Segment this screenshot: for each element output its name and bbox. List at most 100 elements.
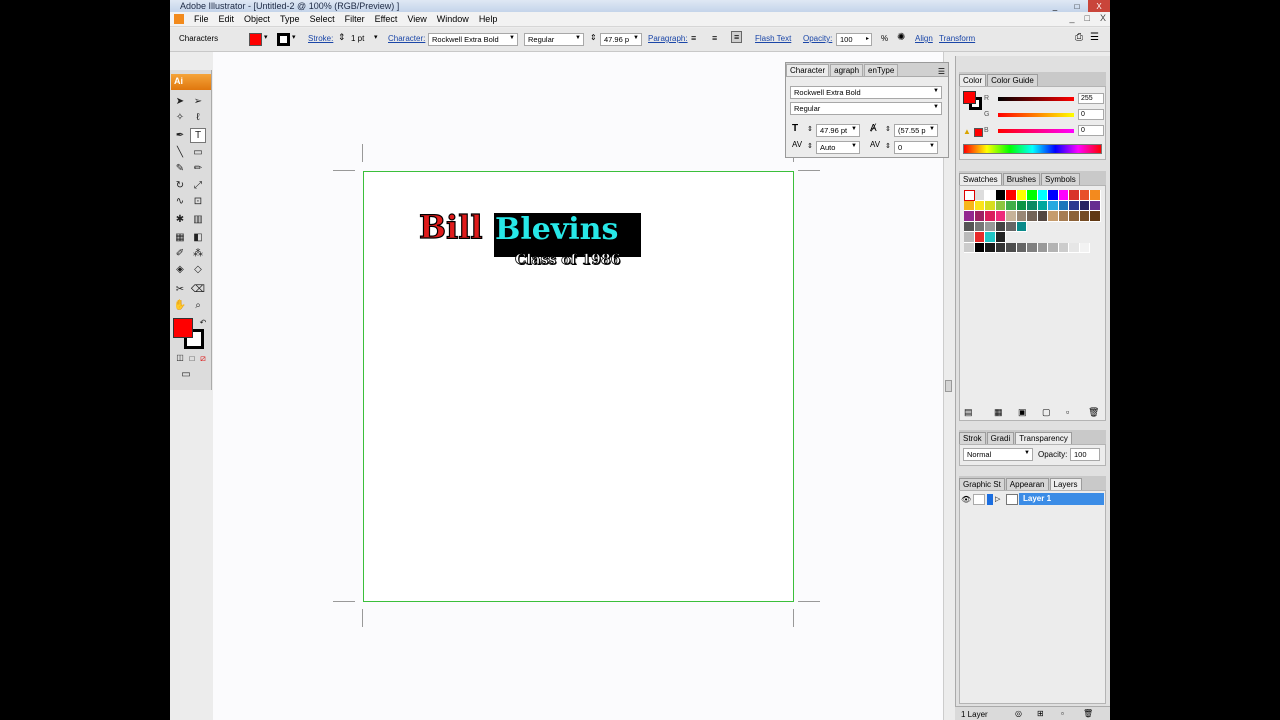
type-tool-icon[interactable]: T <box>190 128 206 143</box>
new-layer-icon[interactable]: ▫ <box>1061 709 1064 718</box>
swatch[interactable] <box>1058 190 1069 201</box>
swatch[interactable] <box>974 232 985 243</box>
swatch[interactable] <box>1006 211 1017 222</box>
zoom-tool-icon[interactable]: ⌕ <box>190 298 206 313</box>
swatch[interactable] <box>1006 242 1017 253</box>
panel-leading-input[interactable]: (57.55 p ▼ <box>894 124 938 137</box>
delete-swatch-icon[interactable]: 🗑 <box>1088 407 1099 418</box>
stroke-weight-value[interactable]: 1 pt <box>351 34 364 43</box>
swatch[interactable] <box>964 232 975 243</box>
tab-symbols[interactable]: Symbols <box>1041 173 1080 185</box>
none-mode-icon[interactable]: ⧄ <box>195 351 211 366</box>
swatch[interactable] <box>995 221 1006 232</box>
direct-selection-tool-icon[interactable]: ➢ <box>190 94 206 109</box>
swatch[interactable] <box>1079 200 1090 211</box>
swatch[interactable] <box>995 211 1006 222</box>
scale-tool-icon[interactable]: ⤢ <box>190 178 206 193</box>
new-swatch-icon[interactable]: ▫ <box>1066 407 1069 417</box>
tab-stroke[interactable]: Strok <box>959 432 986 444</box>
make-clipping-mask-icon[interactable]: ◎ <box>1015 709 1022 718</box>
tab-opentype[interactable]: enType <box>864 64 899 76</box>
close-button[interactable]: X <box>1088 0 1110 12</box>
swatch[interactable] <box>974 221 985 232</box>
stroke-weight-arrow-icon[interactable]: ▾ <box>374 33 378 41</box>
swatch[interactable] <box>974 190 985 201</box>
panel-menu-icon[interactable]: ☰ <box>935 67 948 76</box>
eyedropper-tool-icon[interactable]: ✐ <box>172 246 188 261</box>
font-style-select[interactable]: Regular ▼ <box>524 33 584 46</box>
tab-brushes[interactable]: Brushes <box>1002 173 1041 185</box>
swatch[interactable] <box>1037 242 1048 253</box>
swatch[interactable] <box>1090 200 1101 211</box>
panel-font-style-select[interactable]: Regular ▼ <box>790 102 942 115</box>
g-value-input[interactable]: 0 <box>1078 109 1104 120</box>
swatch[interactable] <box>1058 200 1069 211</box>
transform-link[interactable]: Transform <box>939 34 975 43</box>
stroke-swatch[interactable] <box>277 33 290 46</box>
pencil-tool-icon[interactable]: ✏ <box>190 161 206 176</box>
opacity-link[interactable]: Opacity: <box>803 34 832 43</box>
text-blevins-selection[interactable]: Blevins <box>494 213 641 257</box>
minimize-button[interactable]: _ <box>1044 0 1066 12</box>
menu-object[interactable]: Object <box>239 14 275 24</box>
eraser-tool-icon[interactable]: ⌫ <box>190 282 206 297</box>
panel-size-input[interactable]: 47.96 pt ▼ <box>816 124 860 137</box>
swatch[interactable] <box>1006 200 1017 211</box>
g-slider[interactable] <box>998 113 1074 117</box>
tab-graphic-styles[interactable]: Graphic St <box>959 478 1005 490</box>
swatch[interactable] <box>995 190 1006 201</box>
layer-row[interactable]: 👁 ▷ Layer 1 <box>961 493 1104 505</box>
menu-select[interactable]: Select <box>305 14 340 24</box>
swatch[interactable] <box>1016 242 1027 253</box>
lock-toggle[interactable] <box>973 493 985 505</box>
recolor-icon[interactable]: ✺ <box>897 32 905 43</box>
opacity-input[interactable]: 100 ▸ <box>836 33 872 46</box>
swatch[interactable] <box>1069 200 1080 211</box>
menu-window[interactable]: Window <box>432 14 474 24</box>
swatch[interactable] <box>974 200 985 211</box>
swatch[interactable] <box>985 221 996 232</box>
panel-tracking-input[interactable]: 0 ▼ <box>894 141 938 154</box>
swatch[interactable] <box>1027 190 1038 201</box>
swatch[interactable] <box>1006 221 1017 232</box>
swatch[interactable] <box>974 242 985 253</box>
stroke-dropdown-arrow-icon[interactable]: ▾ <box>292 33 296 41</box>
swatch-options-icon[interactable]: ▣ <box>1018 407 1027 418</box>
flash-text-link[interactable]: Flash Text <box>755 34 791 43</box>
transparency-opacity-input[interactable]: 100 <box>1070 448 1100 461</box>
swatch[interactable] <box>1058 211 1069 222</box>
font-size-stepper-icon[interactable]: ⇕ <box>590 33 597 42</box>
swatch[interactable] <box>1027 200 1038 211</box>
rotate-tool-icon[interactable]: ↻ <box>172 178 188 193</box>
panel-menu-icon[interactable]: ☰ <box>1090 32 1099 43</box>
lasso-tool-icon[interactable]: ℓ <box>190 110 206 125</box>
swatch[interactable] <box>1037 190 1048 201</box>
magic-wand-tool-icon[interactable]: ✧ <box>172 110 188 125</box>
swatch[interactable] <box>1048 200 1059 211</box>
tab-color[interactable]: Color <box>959 74 987 86</box>
menu-edit[interactable]: Edit <box>214 14 240 24</box>
swatch[interactable] <box>1079 242 1090 253</box>
free-transform-tool-icon[interactable]: ⊡ <box>190 194 206 209</box>
swatch[interactable] <box>1048 190 1059 201</box>
swatch[interactable] <box>1090 190 1101 201</box>
swatch[interactable] <box>1016 190 1027 201</box>
menu-view[interactable]: View <box>402 14 431 24</box>
size-stepper-icon[interactable]: ⇕ <box>807 125 813 133</box>
swatch[interactable] <box>1037 211 1048 222</box>
swatch[interactable] <box>1058 242 1069 253</box>
swatch[interactable] <box>1016 200 1027 211</box>
text-class-of[interactable]: Class of 1986 <box>515 253 621 268</box>
maximize-button[interactable]: □ <box>1066 0 1088 12</box>
swatch[interactable] <box>1079 211 1090 222</box>
slice-tool-icon[interactable]: ✂ <box>172 282 188 297</box>
swatch[interactable] <box>1048 211 1059 222</box>
tab-color-guide[interactable]: Color Guide <box>987 74 1038 86</box>
color-spectrum-bar[interactable] <box>963 144 1102 154</box>
warp-tool-icon[interactable]: ∿ <box>172 194 188 209</box>
swatch[interactable] <box>985 200 996 211</box>
swatch[interactable] <box>1069 211 1080 222</box>
symbol-sprayer-tool-icon[interactable]: ✱ <box>172 212 188 227</box>
swatch[interactable] <box>995 232 1006 243</box>
tab-gradient[interactable]: Gradi <box>986 432 1015 444</box>
